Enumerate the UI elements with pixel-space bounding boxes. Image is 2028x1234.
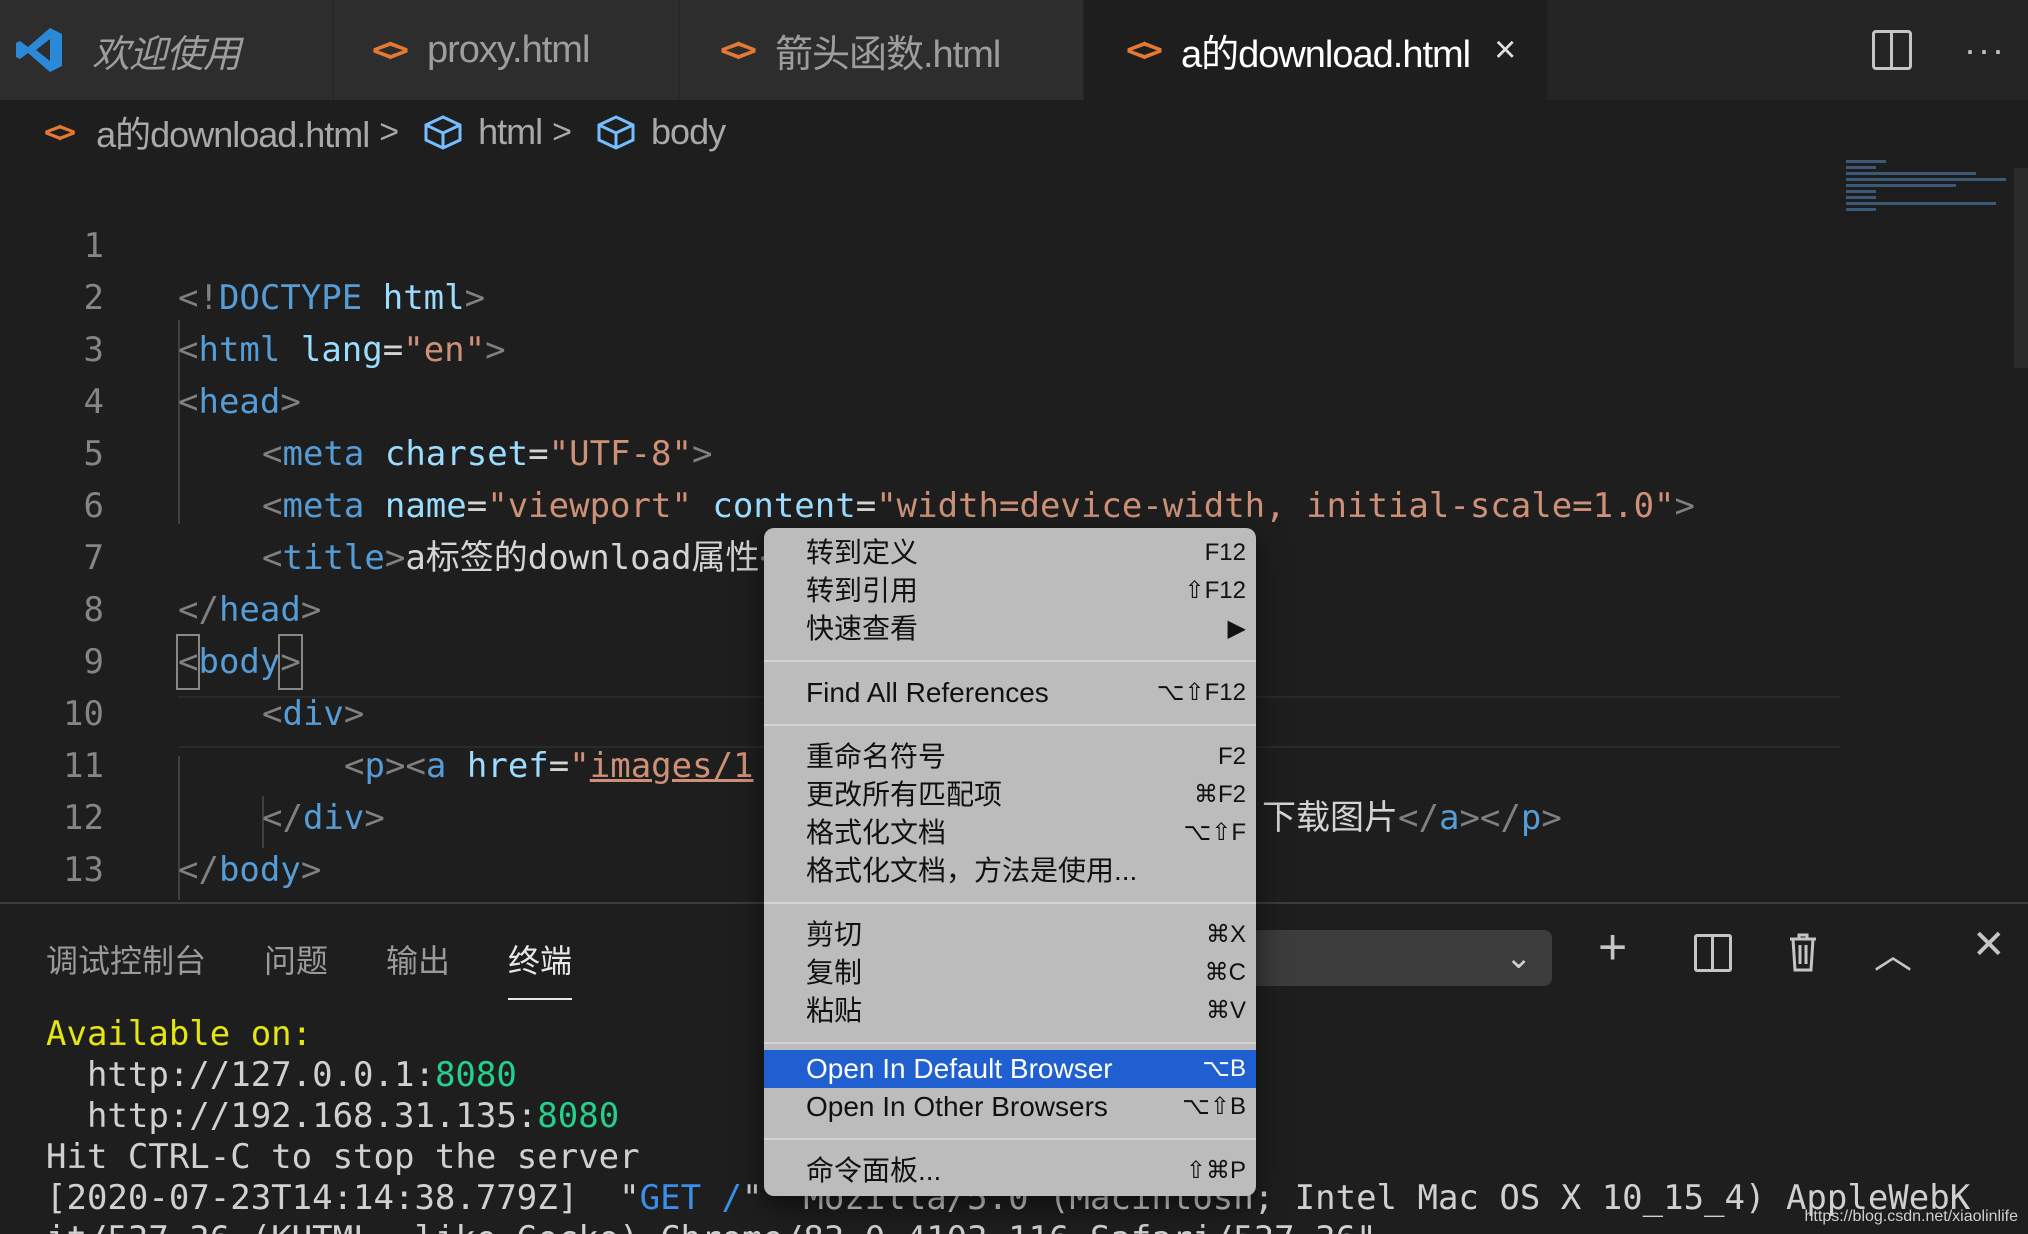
context-menu: 转到定义 F12 转到引用 ⇧F12 快速查看 ▶ Find All Referenc…: [764, 528, 1256, 1196]
new-terminal-icon[interactable]: +: [1598, 918, 1627, 976]
watermark: https://blog.csdn.net/xiaolinlife: [1804, 1208, 2018, 1225]
token: </: [178, 850, 219, 890]
shortcut: ⇧F12: [1184, 577, 1246, 604]
menu-item-paste[interactable]: 粘贴 ⌘V: [764, 992, 1256, 1030]
shortcut: ⌥⇧B: [1182, 1093, 1246, 1120]
tab-problems[interactable]: 问题: [264, 936, 328, 1000]
close-panel-icon[interactable]: ✕: [1972, 922, 2006, 968]
chevron-down-icon: ⌄: [1505, 939, 1532, 975]
menu-item-open-in-default-browser[interactable]: Open In Default Browser ⌥B: [764, 1050, 1256, 1088]
symbol-cube-icon: [597, 115, 635, 150]
menu-item-command-palette[interactable]: 命令面板... ⇧⌘P: [764, 1152, 1256, 1190]
menu-separator: [764, 1138, 1256, 1140]
tab-terminal[interactable]: 终端: [508, 936, 573, 1000]
menu-item-cut[interactable]: 剪切 ⌘X: [764, 916, 1256, 954]
tab-proxy-html[interactable]: <> proxy.html: [334, 0, 680, 100]
breadcrumb-html[interactable]: html: [478, 111, 543, 153]
tab-welcome[interactable]: 欢迎使用: [0, 0, 334, 100]
code-line: 7 </head>: [0, 480, 1880, 630]
tab-label: 欢迎使用: [92, 33, 241, 76]
trash-icon[interactable]: [1788, 932, 1818, 972]
menu-separator: [764, 724, 1256, 726]
tab-download-html[interactable]: <> a的download.html ×: [1084, 0, 1548, 100]
shortcut: ⌥B: [1202, 1055, 1246, 1082]
html-file-icon: <>: [1126, 30, 1163, 70]
shortcut: ⌘V: [1205, 997, 1246, 1024]
menu-item-change-all-occurrences[interactable]: 更改所有匹配项 ⌘F2: [764, 776, 1256, 814]
code-line: 2 <html lang="en">: [0, 220, 1880, 370]
tab-label: proxy.html: [426, 28, 590, 71]
menu-item-copy[interactable]: 复制 ⌘C: [764, 954, 1256, 992]
tab-arrow-function-html[interactable]: <> 箭头函数.html: [680, 0, 1084, 100]
line-number: 13: [63, 850, 104, 890]
chevron-right-icon: >: [379, 112, 399, 151]
vscode-logo-icon: [16, 28, 62, 72]
menu-item-rename-symbol[interactable]: 重命名符号 F2: [764, 738, 1256, 776]
menu-item-peek[interactable]: 快速查看 ▶: [764, 610, 1256, 648]
menu-item-find-all-references[interactable]: Find All References ⌥⇧F12: [764, 674, 1256, 712]
shortcut: ⌥⇧F: [1183, 819, 1246, 846]
breadcrumb: <> a的download.html > html > body: [44, 110, 726, 155]
minimap[interactable]: [1846, 160, 2016, 220]
code-line: 4 <meta charset="UTF-8">: [0, 324, 1880, 474]
terminal-select[interactable]: ⌄: [1250, 930, 1552, 986]
tab-actions: ···: [1872, 0, 2028, 100]
terminal-line: it/537.36 (KHTML, like Gecko) Chrome/83.…: [46, 1219, 1970, 1234]
shortcut: ⇧⌘P: [1185, 1157, 1246, 1184]
chevron-up-icon[interactable]: ︿: [1874, 924, 1912, 979]
menu-item-open-in-other-browsers[interactable]: Open In Other Browsers ⌥⇧B: [764, 1088, 1256, 1126]
menu-separator: [764, 1042, 1256, 1044]
split-terminal-icon[interactable]: [1694, 934, 1732, 972]
code-line: 1 <!DOCTYPE html>: [0, 168, 1880, 318]
menu-item-go-to-references[interactable]: 转到引用 ⇧F12: [764, 572, 1256, 610]
menu-item-format-document[interactable]: 格式化文档 ⌥⇧F: [764, 814, 1256, 852]
shortcut: ⌥⇧F12: [1156, 679, 1246, 706]
tab-debug-console[interactable]: 调试控制台: [46, 936, 206, 1000]
shortcut: ⌘C: [1204, 959, 1246, 986]
chevron-right-icon: >: [552, 112, 572, 151]
token: body: [218, 850, 301, 890]
html-file-icon: <>: [372, 30, 409, 70]
code-line: 5 <meta name="viewport" content="width=d…: [0, 376, 1880, 526]
symbol-cube-icon: [424, 115, 462, 150]
html-file-icon: <>: [44, 114, 76, 150]
split-editor-icon[interactable]: [1872, 30, 1913, 70]
breadcrumb-body[interactable]: body: [651, 111, 726, 153]
tab-output[interactable]: 输出: [386, 936, 450, 1000]
token: >: [300, 850, 322, 890]
menu-item-format-document-with[interactable]: 格式化文档，方法是使用...: [764, 852, 1256, 890]
shortcut: ⌘X: [1205, 921, 1246, 948]
shortcut: F2: [1217, 743, 1246, 770]
editor-scrollbar[interactable]: [2014, 168, 2028, 368]
tab-label: a的download.html: [1180, 33, 1471, 76]
menu-item-go-to-definition[interactable]: 转到定义 F12: [764, 534, 1256, 572]
close-tab-icon[interactable]: ×: [1494, 29, 1516, 72]
shortcut: ⌘F2: [1193, 781, 1246, 808]
breadcrumb-file[interactable]: a的download.html: [96, 106, 370, 158]
code-line: 3 <head>: [0, 272, 1880, 422]
more-actions-icon[interactable]: ···: [1964, 29, 2006, 71]
menu-separator: [764, 902, 1256, 904]
panel-tabs: 调试控制台 问题 输出 终端: [46, 936, 630, 1000]
submenu-arrow-icon: ▶: [1227, 615, 1246, 642]
code-line: 6 <title>a标签的download属性</title>: [0, 428, 1880, 578]
menu-separator: [764, 660, 1256, 662]
editor-tab-bar: 欢迎使用 <> proxy.html <> 箭头函数.html <> a的dow…: [0, 0, 2028, 100]
shortcut: F12: [1204, 539, 1246, 566]
tab-label: 箭头函数.html: [774, 33, 1001, 76]
html-file-icon: <>: [720, 30, 757, 70]
